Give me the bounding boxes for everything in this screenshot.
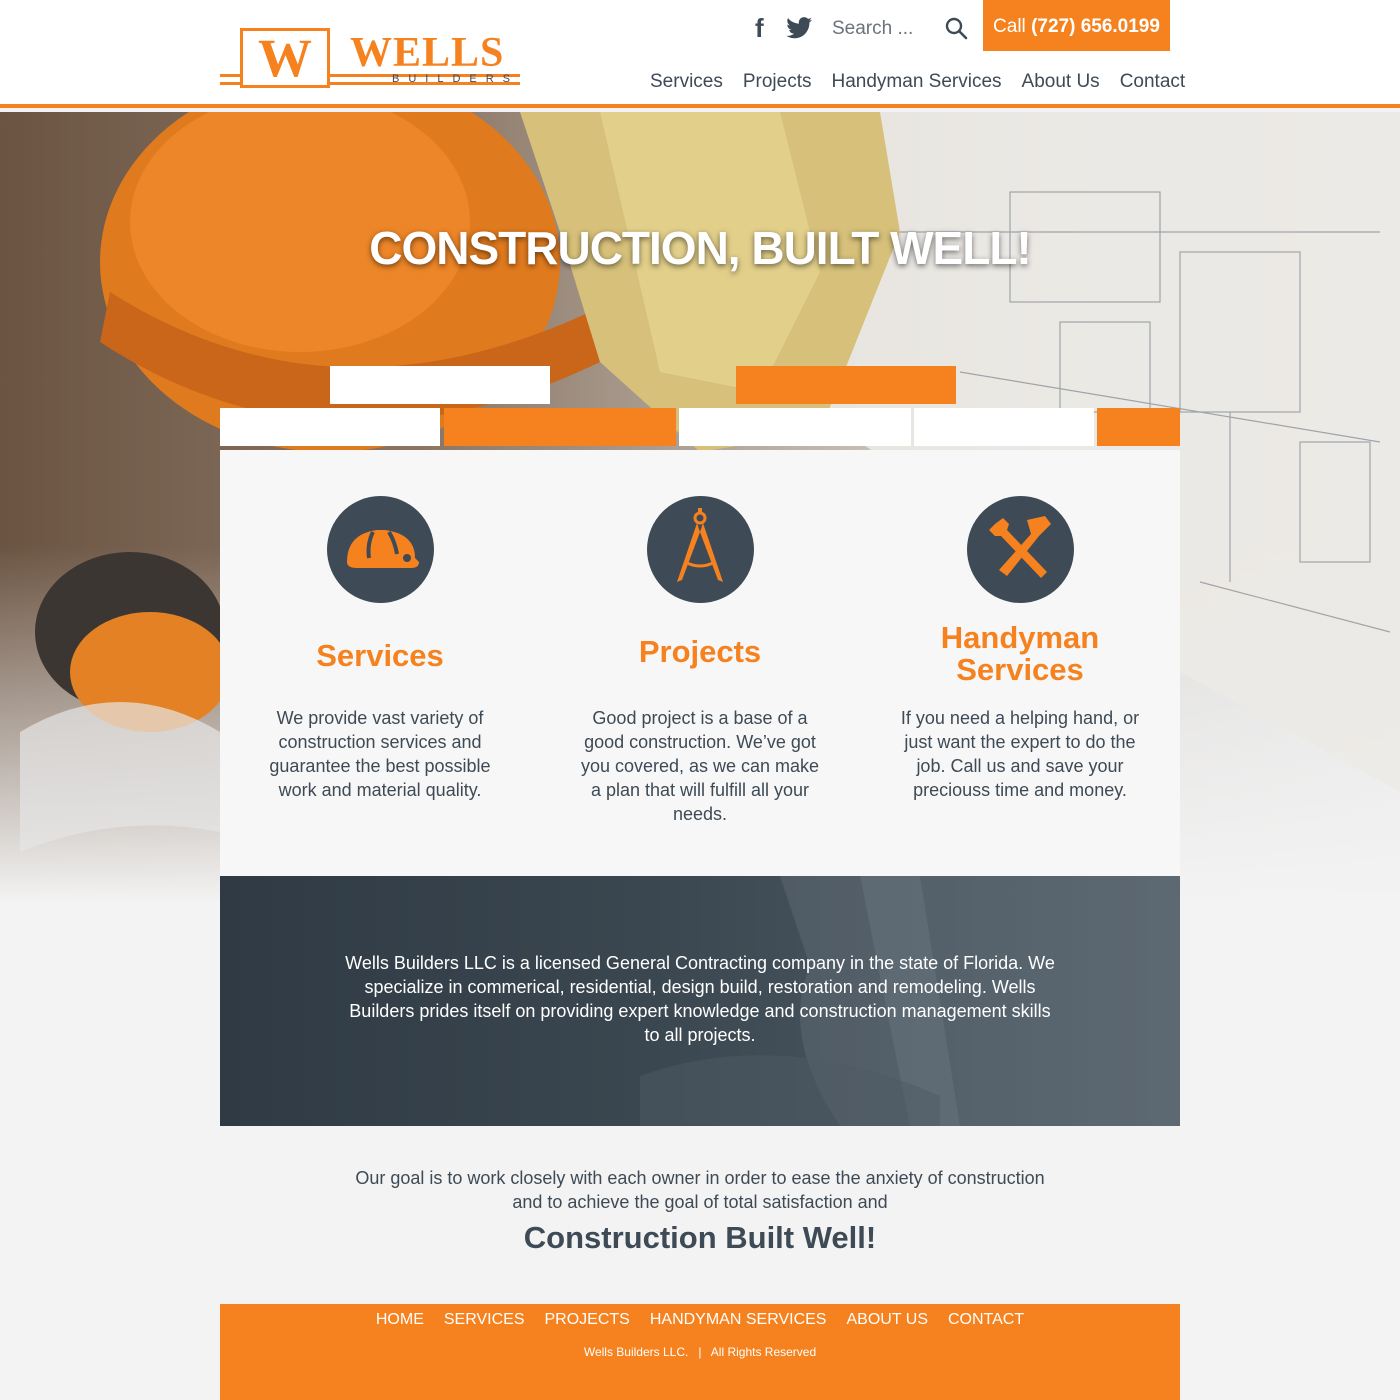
tools-icon bbox=[967, 496, 1074, 603]
footer-link-contact[interactable]: CONTACT bbox=[948, 1310, 1024, 1330]
call-button[interactable]: Call (727) 656.0199 bbox=[983, 0, 1170, 51]
decor-block-orange bbox=[736, 366, 956, 404]
nav-contact[interactable]: Contact bbox=[1120, 68, 1185, 98]
call-prefix: Call bbox=[993, 16, 1026, 37]
feature-projects[interactable]: Projects Good project is a base of a goo… bbox=[540, 450, 860, 876]
main-nav: Services Projects Handyman Services Abou… bbox=[640, 68, 1195, 98]
decor-block-orange bbox=[1097, 408, 1180, 446]
facebook-icon[interactable]: f bbox=[755, 14, 773, 42]
feature-services[interactable]: Services We provide vast variety of cons… bbox=[220, 450, 540, 876]
call-number: (727) 656.0199 bbox=[1031, 16, 1160, 37]
site-footer: HOME SERVICES PROJECTS HANDYMAN SERVICES… bbox=[220, 1304, 1180, 1400]
footer-link-home[interactable]: HOME bbox=[376, 1310, 424, 1330]
feature-handyman-services[interactable]: Handyman Services If you need a helping … bbox=[860, 450, 1180, 876]
nav-services[interactable]: Services bbox=[650, 68, 723, 98]
logo-subtitle: BUILDERS bbox=[392, 73, 520, 85]
feature-text: If you need a helping hand, or just want… bbox=[900, 708, 1140, 800]
feature-title: Projects bbox=[638, 634, 762, 669]
footer-link-projects[interactable]: PROJECTS bbox=[545, 1310, 630, 1330]
about-text: Wells Builders LLC is a licensed General… bbox=[345, 953, 1055, 1045]
decor-block-orange bbox=[444, 408, 676, 446]
feature-title: Handyman Services bbox=[940, 620, 1100, 687]
search-icon[interactable] bbox=[944, 16, 968, 40]
nav-handyman-services[interactable]: Handyman Services bbox=[832, 68, 1002, 98]
decor-block-white bbox=[220, 408, 440, 446]
footer-link-services[interactable]: SERVICES bbox=[444, 1310, 525, 1330]
twitter-icon[interactable] bbox=[786, 16, 812, 40]
about-section: Wells Builders LLC is a licensed General… bbox=[220, 876, 1180, 1126]
goal-title: Construction Built Well! bbox=[523, 1220, 877, 1255]
hard-hat-icon bbox=[327, 496, 434, 603]
feature-title: Services bbox=[316, 638, 444, 673]
hero-title: CONSTRUCTION, BUILT WELL! bbox=[369, 222, 1032, 274]
features-section: Services We provide vast variety of cons… bbox=[220, 450, 1180, 876]
footer-link-handyman-services[interactable]: HANDYMAN SERVICES bbox=[650, 1310, 827, 1330]
goal-text: Our goal is to work closely with each ow… bbox=[355, 1168, 1045, 1212]
nav-projects[interactable]: Projects bbox=[743, 68, 812, 98]
search-input[interactable] bbox=[832, 14, 942, 44]
footer-link-about-us[interactable]: ABOUT US bbox=[846, 1310, 928, 1330]
decor-block-white bbox=[914, 408, 1094, 446]
drafting-compass-icon bbox=[647, 496, 754, 603]
site-header: W WELLS BUILDERS f Call (727) 656.0199 S… bbox=[0, 0, 1400, 108]
nav-about-us[interactable]: About Us bbox=[1022, 68, 1100, 98]
decor-block-white bbox=[330, 366, 550, 404]
site-logo[interactable]: W WELLS BUILDERS bbox=[220, 28, 520, 90]
logo-wordmark: WELLS bbox=[350, 30, 505, 76]
feature-text: We provide vast variety of construction … bbox=[269, 708, 491, 800]
footer-nav: HOME SERVICES PROJECTS HANDYMAN SERVICES… bbox=[220, 1310, 1180, 1330]
logo-mark: W bbox=[240, 28, 330, 88]
feature-text: Good project is a base of a good constru… bbox=[580, 708, 820, 824]
decor-block-white bbox=[679, 408, 911, 446]
copyright-text: Wells Builders LLC. | All Rights Reserve… bbox=[583, 1345, 817, 1359]
